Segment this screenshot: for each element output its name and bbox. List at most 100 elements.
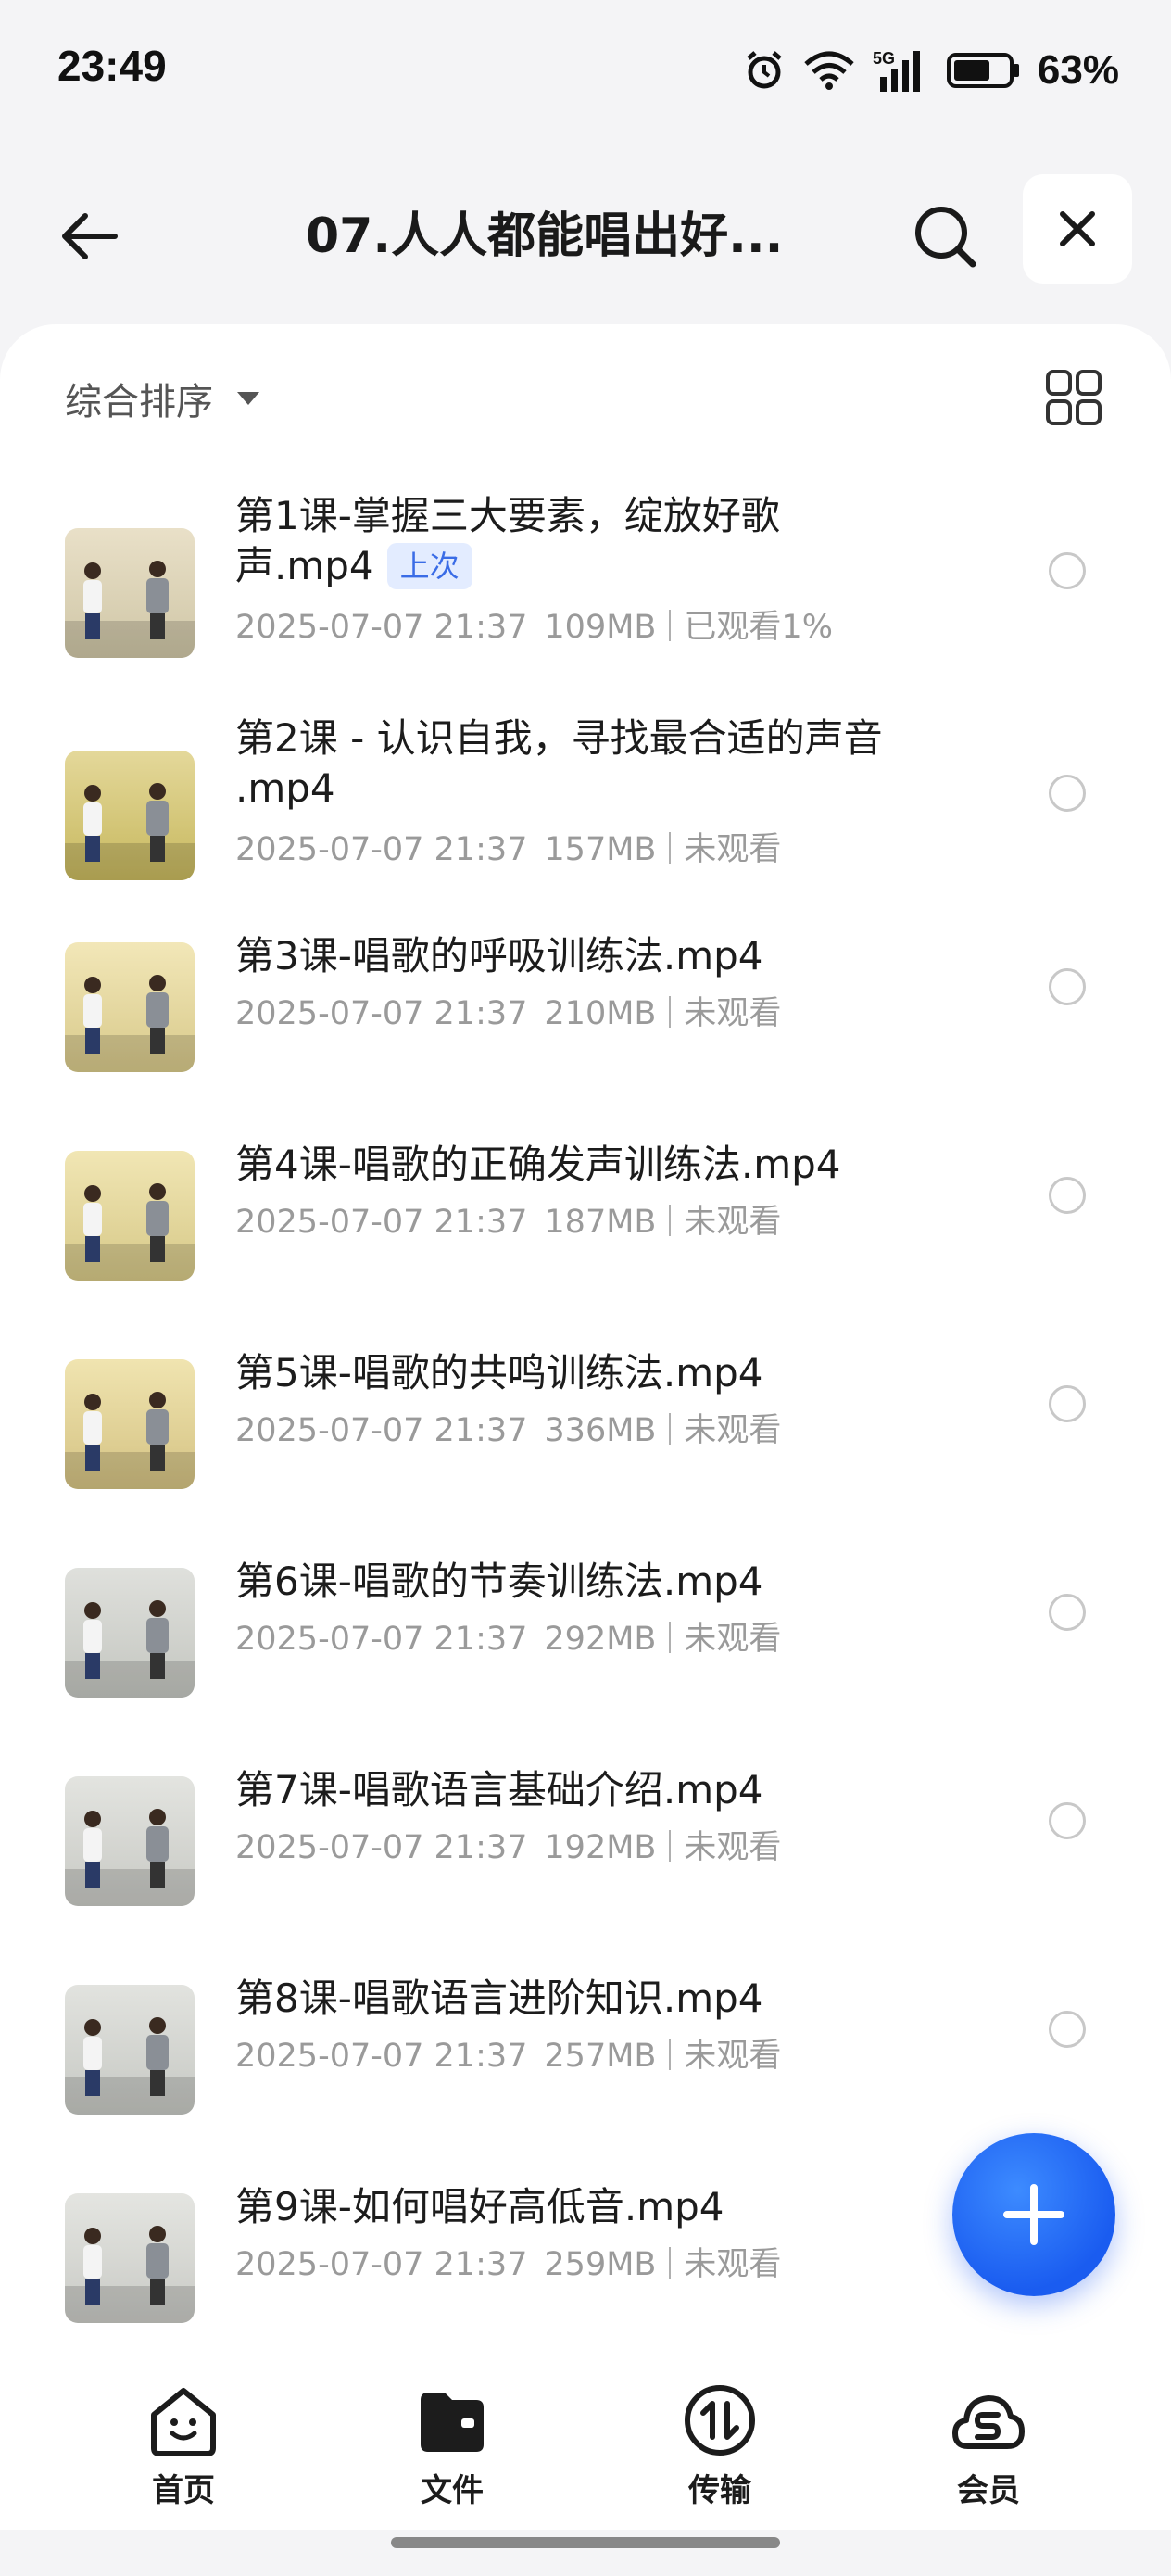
grid-view-icon[interactable] bbox=[1045, 369, 1102, 426]
file-meta: 2025-07-07 21:37 259MB 未观看 bbox=[235, 2238, 781, 2285]
battery-icon bbox=[946, 53, 1019, 88]
tab-label: 文件 bbox=[421, 2472, 484, 2509]
home-face-icon bbox=[151, 2388, 216, 2456]
file-name-line: .mp4 bbox=[235, 764, 939, 814]
search-icon bbox=[915, 207, 976, 268]
meta-divider bbox=[669, 1622, 672, 1653]
watch-status: 未观看 bbox=[684, 1829, 782, 1866]
video-thumbnail bbox=[65, 1776, 195, 1906]
close-icon bbox=[1060, 211, 1095, 246]
file-row[interactable]: 第7课-唱歌语言基础介绍.mp4 2025-07-07 21:37 192MB 未观看 bbox=[0, 1765, 1171, 1951]
select-checkbox[interactable] bbox=[1049, 1177, 1086, 1214]
video-thumbnail bbox=[65, 2193, 195, 2323]
file-row[interactable]: 第3课-唱歌的呼吸训练法.mp4 2025-07-07 21:37 210MB 未观看 bbox=[0, 931, 1171, 1117]
file-date: 2025-07-07 21:37 bbox=[235, 1829, 528, 1866]
file-size: 157MB bbox=[544, 831, 657, 868]
network-label: 5G bbox=[873, 49, 895, 68]
file-row[interactable]: 第8课-唱歌语言进阶知识.mp4 2025-07-07 21:37 257MB 未观看 bbox=[0, 1974, 1171, 2159]
arrow-left-icon bbox=[62, 213, 118, 259]
tab-label: 传输 bbox=[688, 2472, 751, 2509]
video-thumbnail bbox=[65, 942, 195, 1072]
video-thumbnail bbox=[65, 1359, 195, 1489]
meta-divider bbox=[669, 1830, 672, 1862]
folder-icon bbox=[421, 2393, 484, 2452]
file-name: 第7课-唱歌语言基础介绍.mp4 bbox=[235, 1765, 939, 1815]
select-checkbox[interactable] bbox=[1049, 775, 1086, 812]
file-list-card: 综合排序 第1课-掌握三大要素，绽放好歌 声.mp4 上次 2025-07-07 21… bbox=[0, 324, 1171, 2409]
select-checkbox[interactable] bbox=[1049, 968, 1086, 1005]
file-date: 2025-07-07 21:37 bbox=[235, 831, 528, 868]
transfer-icon bbox=[685, 2385, 755, 2456]
alarm-icon bbox=[747, 51, 782, 89]
file-meta: 2025-07-07 21:37 157MB 未观看 bbox=[235, 823, 781, 870]
file-name: 第9课-如何唱好高低音.mp4 bbox=[235, 2182, 939, 2232]
file-date: 2025-07-07 21:37 bbox=[235, 995, 528, 1032]
bottom-tab-bar: 首页 文件 传输 会员 bbox=[0, 2363, 1171, 2530]
file-row[interactable]: 第6课-唱歌的节奏训练法.mp4 2025-07-07 21:37 292MB 未观看 bbox=[0, 1557, 1171, 1742]
caret-down-icon bbox=[237, 392, 259, 405]
tab-label: 会员 bbox=[957, 2472, 1020, 2509]
file-meta: 2025-07-07 21:37 292MB 未观看 bbox=[235, 1612, 781, 1660]
file-name: 第2课 - 认识自我，寻找最合适的声音 .mp4 bbox=[235, 713, 939, 814]
meta-divider bbox=[669, 1205, 672, 1236]
file-row[interactable]: 第5课-唱歌的共鸣训练法.mp4 2025-07-07 21:37 336MB 未观看 bbox=[0, 1348, 1171, 1534]
wifi-icon bbox=[804, 51, 854, 90]
video-thumbnail bbox=[65, 1985, 195, 2115]
meta-divider bbox=[669, 1413, 672, 1445]
tab-home[interactable]: 首页 bbox=[119, 2381, 248, 2511]
file-name: 第5课-唱歌的共鸣训练法.mp4 bbox=[235, 1348, 939, 1398]
meta-divider bbox=[669, 832, 672, 864]
file-date: 2025-07-07 21:37 bbox=[235, 609, 528, 646]
watch-status: 未观看 bbox=[684, 1204, 782, 1241]
file-name: 第3课-唱歌的呼吸训练法.mp4 bbox=[235, 931, 939, 981]
status-time: 23:49 bbox=[57, 42, 167, 90]
signal-5g-icon: 5G bbox=[873, 49, 920, 92]
add-button[interactable] bbox=[952, 2133, 1115, 2296]
file-name-line: 第9课-如何唱好高低音.mp4 bbox=[235, 2184, 724, 2229]
select-checkbox[interactable] bbox=[1049, 1802, 1086, 1839]
select-checkbox[interactable] bbox=[1049, 2011, 1086, 2048]
file-size: 192MB bbox=[544, 1829, 657, 1866]
file-size: 292MB bbox=[544, 1621, 657, 1658]
back-button[interactable] bbox=[46, 195, 130, 278]
watch-status: 未观看 bbox=[684, 1412, 782, 1449]
page-title: 07.人人都能唱出好... bbox=[306, 208, 784, 264]
meta-divider bbox=[669, 996, 672, 1028]
video-thumbnail bbox=[65, 1151, 195, 1281]
meta-divider bbox=[669, 2039, 672, 2070]
status-icons: 5G 63% bbox=[743, 43, 1119, 98]
tab-files[interactable]: 文件 bbox=[387, 2381, 517, 2511]
select-checkbox[interactable] bbox=[1049, 1594, 1086, 1631]
file-size: 109MB bbox=[544, 609, 657, 646]
select-checkbox[interactable] bbox=[1049, 552, 1086, 589]
file-size: 336MB bbox=[544, 1412, 657, 1449]
file-row[interactable]: 第2课 - 认识自我，寻找最合适的声音 .mp4 2025-07-07 21:37 1… bbox=[0, 713, 1171, 899]
file-name-line: 第1课-掌握三大要素，绽放好歌 bbox=[235, 493, 780, 538]
file-meta: 2025-07-07 21:37 257MB 未观看 bbox=[235, 2029, 781, 2077]
vip-cloud-icon bbox=[952, 2395, 1025, 2449]
meta-divider bbox=[669, 610, 672, 641]
file-row[interactable]: 第1课-掌握三大要素，绽放好歌 声.mp4 上次 2025-07-07 21:37 10… bbox=[0, 491, 1171, 676]
watch-status: 未观看 bbox=[684, 995, 782, 1032]
file-date: 2025-07-07 21:37 bbox=[235, 2246, 528, 2283]
tab-vip[interactable]: 会员 bbox=[924, 2381, 1053, 2511]
meta-divider bbox=[669, 2247, 672, 2279]
nav-bar: 07.人人都能唱出好... bbox=[0, 167, 1171, 287]
file-meta: 2025-07-07 21:37 336MB 未观看 bbox=[235, 1404, 781, 1451]
close-button[interactable] bbox=[1023, 174, 1132, 284]
file-size: 210MB bbox=[544, 995, 657, 1032]
watch-status: 未观看 bbox=[684, 2038, 782, 2075]
file-meta: 2025-07-07 21:37 210MB 未观看 bbox=[235, 987, 781, 1034]
file-meta: 2025-07-07 21:37 192MB 未观看 bbox=[235, 1821, 781, 1868]
file-row[interactable]: 第4课-唱歌的正确发声训练法.mp4 2025-07-07 21:37 187MB 未… bbox=[0, 1140, 1171, 1325]
status-bar: 23:49 5G 63% bbox=[0, 0, 1171, 139]
file-size: 259MB bbox=[544, 2246, 657, 2283]
search-button[interactable] bbox=[903, 195, 987, 278]
sort-dropdown[interactable]: 综合排序 bbox=[65, 371, 259, 426]
file-date: 2025-07-07 21:37 bbox=[235, 1621, 528, 1658]
watch-status: 已观看1% bbox=[684, 609, 833, 646]
watch-status: 未观看 bbox=[684, 1621, 782, 1658]
select-checkbox[interactable] bbox=[1049, 1385, 1086, 1422]
video-thumbnail bbox=[65, 528, 195, 658]
tab-transfer[interactable]: 传输 bbox=[655, 2381, 785, 2511]
